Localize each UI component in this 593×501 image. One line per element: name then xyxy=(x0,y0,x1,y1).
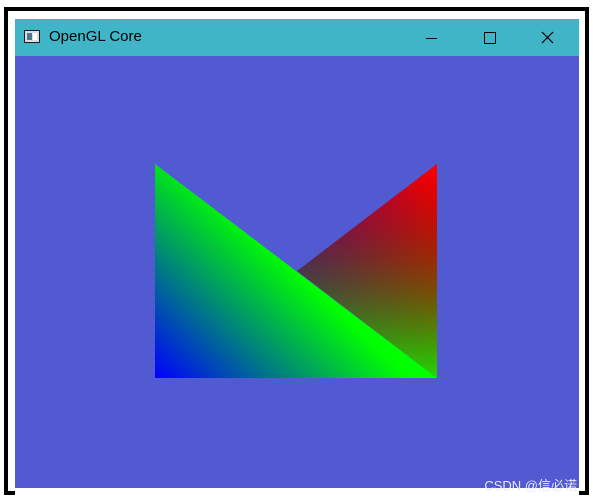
minimize-button[interactable] xyxy=(403,19,461,56)
close-icon xyxy=(541,31,554,44)
close-button[interactable] xyxy=(519,19,577,56)
watermark: CSDN @信必诺 xyxy=(484,478,577,493)
maximize-button[interactable] xyxy=(461,19,519,56)
app-window: OpenGL Core xyxy=(15,19,579,496)
window-app-icon[interactable] xyxy=(24,30,40,43)
render-surface xyxy=(155,164,437,378)
screenshot-frame: OpenGL Core xyxy=(4,7,589,496)
minimize-icon xyxy=(426,38,437,39)
maximize-icon xyxy=(484,32,496,44)
opengl-viewport[interactable] xyxy=(15,56,579,488)
title-bar[interactable]: OpenGL Core xyxy=(15,19,579,56)
window-title: OpenGL Core xyxy=(49,28,142,45)
